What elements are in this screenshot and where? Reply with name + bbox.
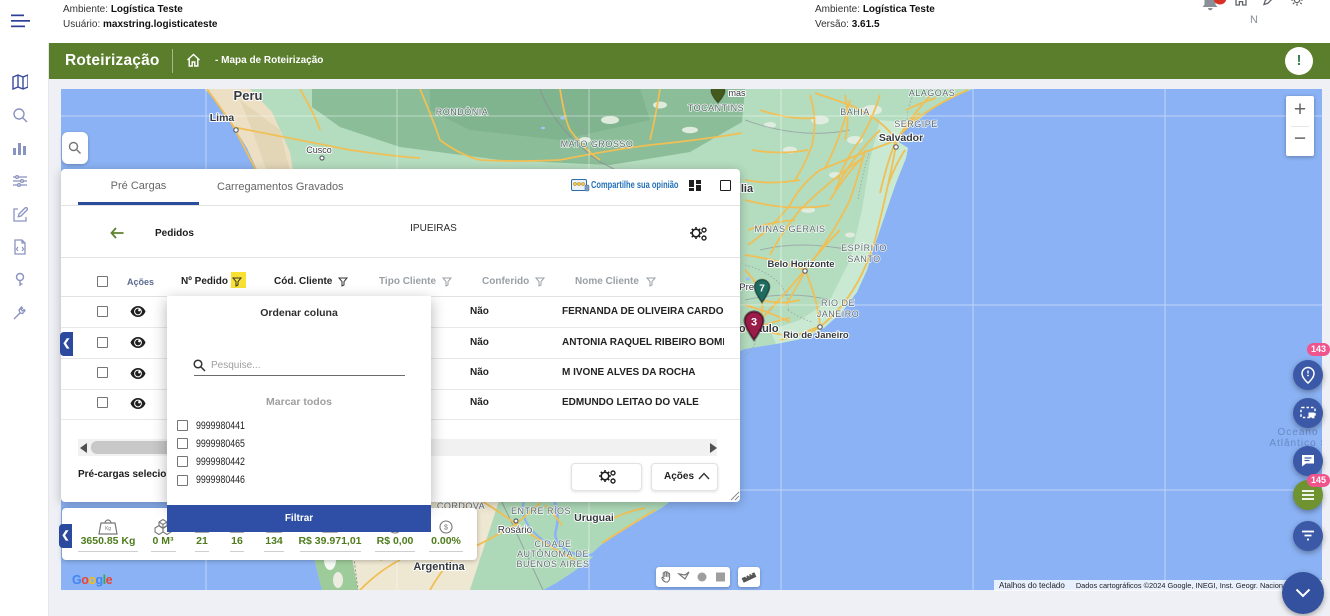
svg-text:Rosário: Rosário bbox=[498, 525, 533, 536]
svg-text:mas: mas bbox=[728, 89, 746, 98]
svg-text:JANEIRO: JANEIRO bbox=[817, 309, 860, 319]
svg-text:TOCANTINS: TOCANTINS bbox=[688, 103, 744, 113]
svg-text:7: 7 bbox=[759, 284, 765, 295]
svg-text:RIO DE: RIO DE bbox=[821, 298, 855, 308]
svg-text:Oceano: Oceano bbox=[1277, 427, 1318, 438]
svg-text:MATO GROSSO: MATO GROSSO bbox=[561, 139, 634, 149]
svg-text:MINAS GERAIS: MINAS GERAIS bbox=[754, 224, 825, 234]
svg-text:ALAGOAS: ALAGOAS bbox=[909, 89, 956, 98]
svg-text:Rio de Janeiro: Rio de Janeiro bbox=[783, 330, 849, 341]
svg-text:Uruguai: Uruguai bbox=[574, 512, 614, 524]
svg-text:ESPÍRITO: ESPÍRITO bbox=[841, 243, 887, 253]
svg-text:Belo Horizonte: Belo Horizonte bbox=[767, 259, 834, 270]
svg-text:BUENOS AIRES: BUENOS AIRES bbox=[516, 559, 589, 569]
svg-text:$: $ bbox=[444, 525, 448, 532]
svg-text:AUTÔNOMA DE: AUTÔNOMA DE bbox=[517, 549, 589, 559]
svg-text:SANTO: SANTO bbox=[847, 254, 880, 264]
svg-text:3: 3 bbox=[751, 317, 757, 329]
svg-text:RONDÔNIA: RONDÔNIA bbox=[436, 107, 489, 117]
svg-text:SERGIPE: SERGIPE bbox=[894, 119, 938, 129]
svg-text:Kg: Kg bbox=[105, 526, 111, 532]
svg-text:BAHIA: BAHIA bbox=[840, 107, 870, 117]
svg-text:Lima: Lima bbox=[210, 112, 235, 124]
svg-text:lia: lia bbox=[741, 183, 754, 195]
svg-text:Argentina: Argentina bbox=[413, 561, 465, 573]
svg-text:Cusco: Cusco bbox=[306, 145, 332, 155]
svg-text:Salvador: Salvador bbox=[879, 132, 923, 144]
svg-text:ENTRE RÍOS: ENTRE RÍOS bbox=[511, 506, 571, 516]
svg-text:CIDADE: CIDADE bbox=[534, 539, 571, 549]
svg-text:Peru: Peru bbox=[234, 89, 263, 103]
